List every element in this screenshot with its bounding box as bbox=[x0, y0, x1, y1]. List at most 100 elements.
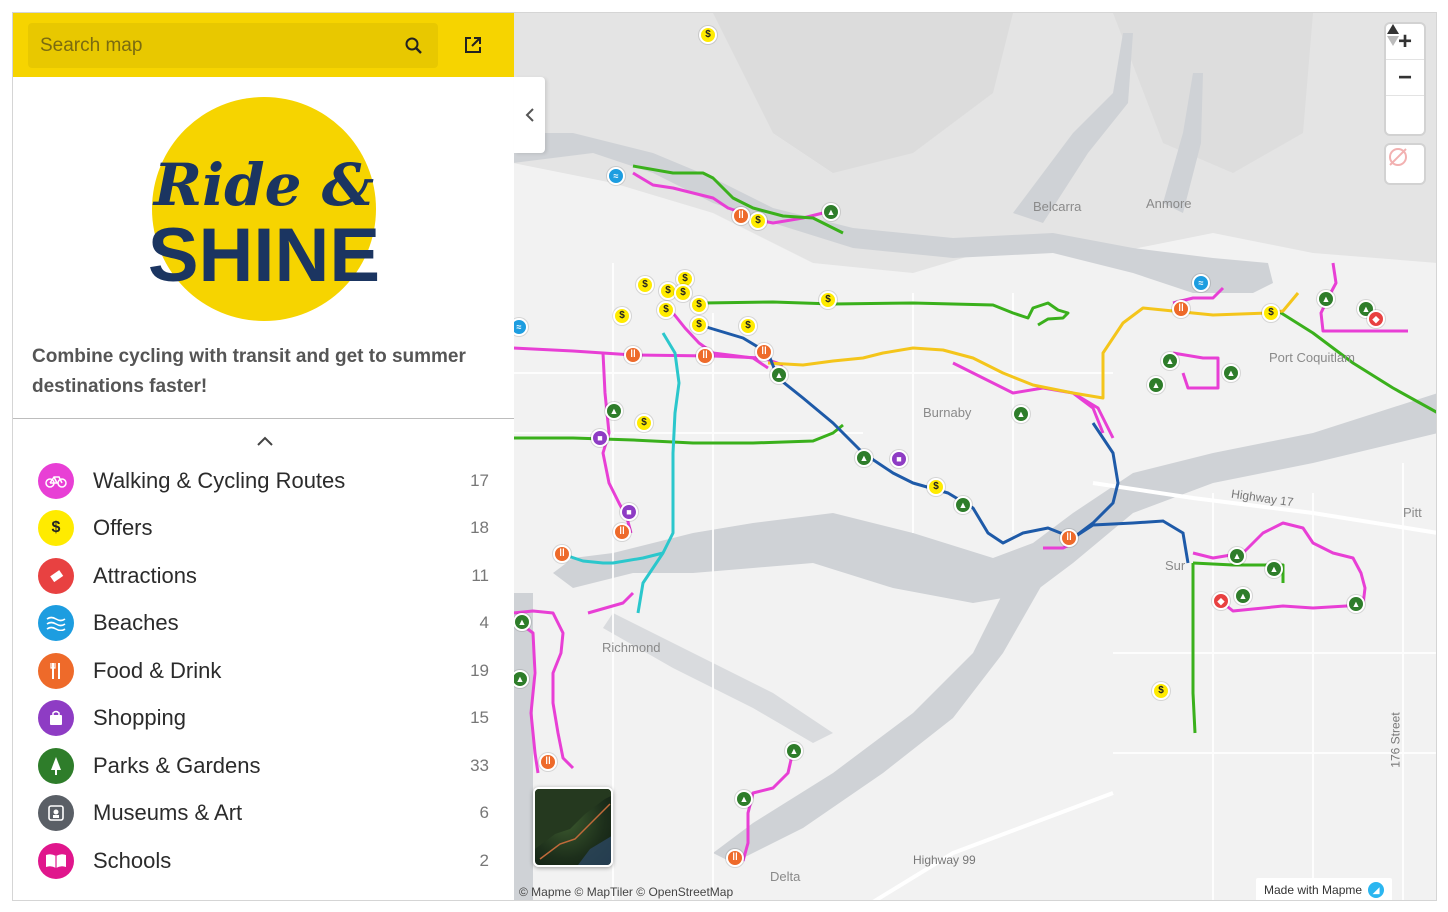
attraction-marker[interactable]: ◆ bbox=[1367, 310, 1385, 328]
tree-icon bbox=[38, 747, 74, 784]
food-marker[interactable]: ǀǀ bbox=[755, 343, 773, 361]
offer-marker[interactable]: $ bbox=[1152, 682, 1170, 700]
shop-marker[interactable]: ■ bbox=[890, 450, 908, 468]
food-marker[interactable]: ǀǀ bbox=[732, 207, 750, 225]
place-label-delta: Delta bbox=[770, 869, 801, 884]
collapse-list-button[interactable] bbox=[253, 431, 277, 451]
park-marker[interactable]: ▲ bbox=[605, 402, 623, 420]
offer-marker[interactable]: $ bbox=[819, 291, 837, 309]
category-count: 18 bbox=[470, 517, 489, 537]
park-marker[interactable]: ▲ bbox=[770, 366, 788, 384]
search-icon[interactable] bbox=[402, 34, 426, 58]
search-input[interactable] bbox=[40, 34, 402, 57]
shop-marker[interactable]: ■ bbox=[591, 429, 609, 447]
app-window: Belcarra Anmore Burnaby Port Coquitlam R… bbox=[12, 12, 1437, 901]
food-marker[interactable]: ǀǀ bbox=[624, 346, 642, 364]
compass-button[interactable] bbox=[1386, 24, 1424, 132]
park-marker[interactable]: ▲ bbox=[822, 203, 840, 221]
park-marker[interactable]: ▲ bbox=[1228, 547, 1246, 565]
book-icon bbox=[38, 842, 74, 879]
park-marker[interactable]: ▲ bbox=[1317, 290, 1335, 308]
chevron-up-icon bbox=[257, 436, 273, 446]
category-label: Parks & Gardens bbox=[93, 752, 261, 778]
dollar-icon: $ bbox=[38, 509, 74, 546]
category-shopping[interactable]: Shopping 15 bbox=[13, 694, 514, 741]
park-marker[interactable]: ▲ bbox=[1012, 405, 1030, 423]
park-marker[interactable]: ▲ bbox=[1265, 560, 1283, 578]
offer-marker[interactable]: $ bbox=[699, 26, 717, 44]
satellite-preview-icon bbox=[535, 789, 611, 865]
category-parks-gardens[interactable]: Parks & Gardens 33 bbox=[13, 742, 514, 789]
category-label: Food & Drink bbox=[93, 657, 222, 683]
category-count: 15 bbox=[470, 707, 489, 727]
place-label-belcarra: Belcarra bbox=[1033, 199, 1082, 214]
category-museums-art[interactable]: Museums & Art 6 bbox=[13, 789, 514, 836]
offer-marker[interactable]: $ bbox=[635, 414, 653, 432]
made-with-label: Made with Mapme bbox=[1264, 883, 1363, 897]
park-marker[interactable]: ▲ bbox=[1347, 595, 1365, 613]
park-marker[interactable]: ▲ bbox=[855, 449, 873, 467]
category-schools[interactable]: Schools 2 bbox=[13, 837, 514, 884]
food-marker[interactable]: ǀǀ bbox=[1172, 300, 1190, 318]
category-food-drink[interactable]: Food & Drink 19 bbox=[13, 647, 514, 694]
food-marker[interactable]: ǀǀ bbox=[726, 849, 744, 867]
compass-icon bbox=[1387, 24, 1399, 46]
offer-marker[interactable]: $ bbox=[927, 478, 945, 496]
category-walking-cycling-routes[interactable]: Walking & Cycling Routes 17 bbox=[13, 457, 514, 504]
park-marker[interactable]: ▲ bbox=[1222, 364, 1240, 382]
category-count: 17 bbox=[470, 470, 489, 490]
category-count: 4 bbox=[479, 612, 489, 632]
food-marker[interactable]: ǀǀ bbox=[553, 545, 571, 563]
zoom-out-button[interactable]: − bbox=[1386, 60, 1424, 96]
logo-graphic: Ride & SHINE bbox=[148, 97, 380, 321]
ride-and-shine-logo: Ride & SHINE bbox=[144, 97, 384, 321]
offer-marker[interactable]: $ bbox=[749, 212, 767, 230]
bicycle-icon bbox=[38, 462, 74, 499]
offer-marker[interactable]: $ bbox=[613, 307, 631, 325]
food-marker[interactable]: ǀǀ bbox=[539, 753, 557, 771]
park-marker[interactable]: ▲ bbox=[513, 613, 531, 631]
place-label-anmore: Anmore bbox=[1146, 196, 1192, 211]
category-label: Walking & Cycling Routes bbox=[93, 467, 346, 493]
chevron-left-icon bbox=[525, 108, 534, 122]
category-beaches[interactable]: Beaches 4 bbox=[13, 599, 514, 646]
map-attribution[interactable]: © Mapme © MapTiler © OpenStreetMap bbox=[519, 885, 733, 899]
shop-marker[interactable]: ■ bbox=[620, 503, 638, 521]
attraction-marker[interactable]: ◆ bbox=[1212, 592, 1230, 610]
park-marker[interactable]: ▲ bbox=[735, 790, 753, 808]
utensils-icon bbox=[38, 652, 74, 689]
food-marker[interactable]: ǀǀ bbox=[696, 347, 714, 365]
offer-marker[interactable]: $ bbox=[690, 296, 708, 314]
offer-marker[interactable]: $ bbox=[674, 284, 692, 302]
collapse-panel-button[interactable] bbox=[514, 77, 545, 153]
road-label-176-street: 176 Street bbox=[1388, 712, 1403, 768]
food-marker[interactable]: ǀǀ bbox=[613, 523, 631, 541]
offer-marker[interactable]: $ bbox=[657, 301, 675, 319]
logo-shine-text: SHINE bbox=[148, 213, 380, 298]
offer-marker[interactable]: $ bbox=[739, 317, 757, 335]
park-marker[interactable]: ▲ bbox=[1234, 587, 1252, 605]
park-marker[interactable]: ▲ bbox=[1147, 376, 1165, 394]
category-attractions[interactable]: Attractions 11 bbox=[13, 552, 514, 599]
park-marker[interactable]: ▲ bbox=[954, 496, 972, 514]
offer-marker[interactable]: $ bbox=[690, 316, 708, 334]
park-marker[interactable]: ▲ bbox=[1161, 352, 1179, 370]
category-offers[interactable]: $ Offers 18 bbox=[13, 504, 514, 551]
beach-marker[interactable]: ≈ bbox=[1192, 274, 1210, 292]
category-count: 6 bbox=[479, 802, 489, 822]
satellite-layer-toggle[interactable] bbox=[533, 787, 613, 867]
waves-icon bbox=[38, 604, 74, 641]
offer-marker[interactable]: $ bbox=[636, 276, 654, 294]
park-marker[interactable]: ▲ bbox=[785, 742, 803, 760]
location-disabled-icon bbox=[1389, 148, 1407, 166]
tagline: Combine cycling with transit and get to … bbox=[32, 346, 466, 397]
open-in-new-window-button[interactable] bbox=[459, 31, 487, 59]
shopping-bag-icon bbox=[38, 699, 74, 736]
offer-marker[interactable]: $ bbox=[1262, 304, 1280, 322]
beach-marker[interactable]: ≈ bbox=[607, 167, 625, 185]
logo-script-text: Ride & bbox=[152, 151, 374, 219]
category-label: Shopping bbox=[93, 704, 186, 730]
made-with-mapme-badge[interactable]: Made with Mapme ◢ bbox=[1256, 878, 1393, 900]
geolocate-button[interactable] bbox=[1386, 145, 1424, 183]
food-marker[interactable]: ǀǀ bbox=[1060, 529, 1078, 547]
